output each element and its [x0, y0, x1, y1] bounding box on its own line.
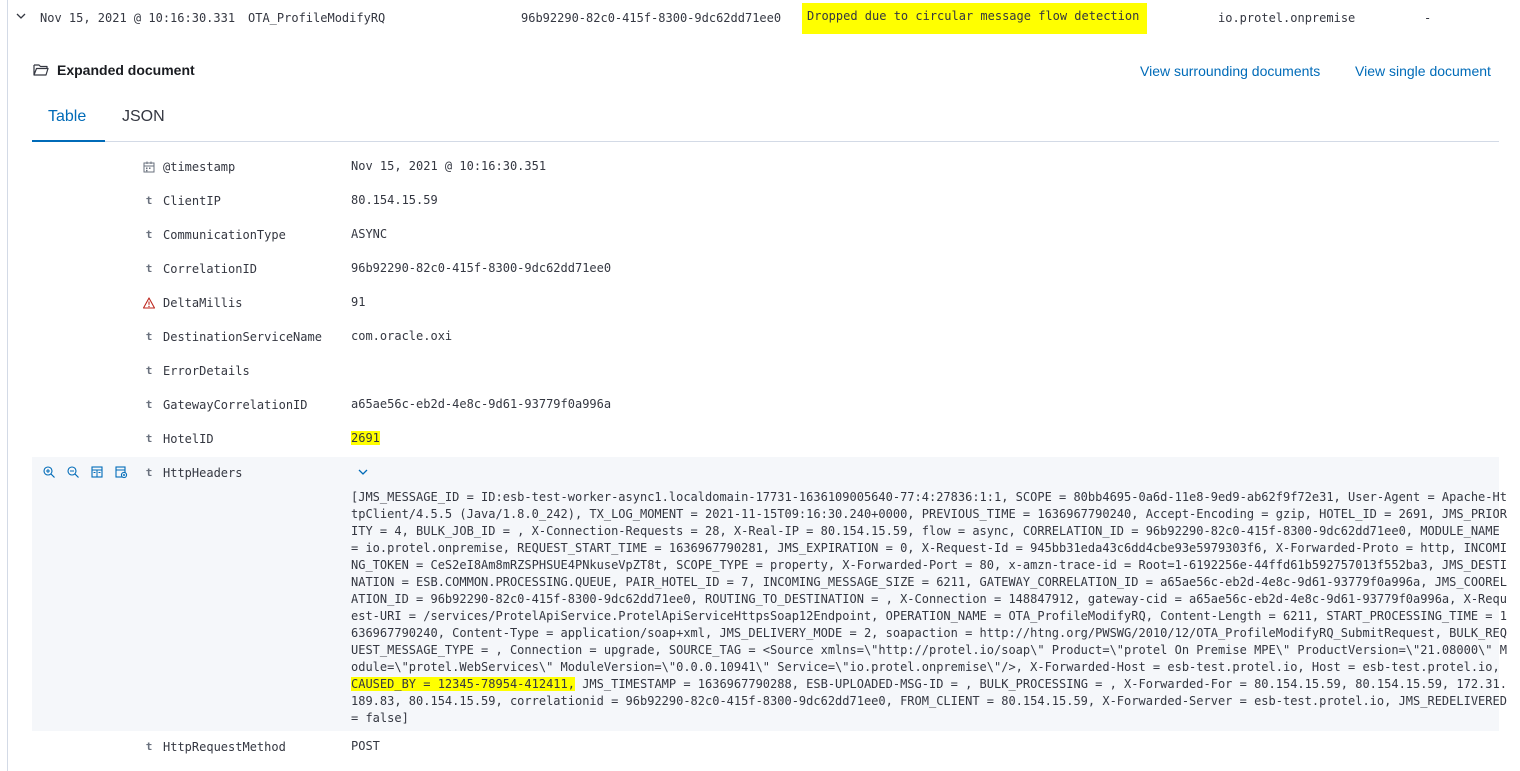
httpheaders-value: [JMS_MESSAGE_ID = ID:esb-test-worker-asy…: [351, 489, 1507, 727]
folder-open-icon: [33, 64, 49, 76]
field-name: HotelID: [163, 432, 214, 446]
string-type-icon: t: [145, 330, 153, 343]
doc-view-tabs: Table JSON: [32, 94, 1499, 142]
httpheaders-line: est-URI = /services/ProtelApiService.Pro…: [351, 609, 1507, 623]
httpheaders-line: UEST_MESSAGE_TYPE = , Connection = upgra…: [351, 643, 1507, 657]
string-type-icon: t: [145, 194, 153, 207]
filter-for-value-icon[interactable]: [42, 465, 56, 479]
httpheaders-line: ATION_ID = 96b92290-82c0-415f-8300-9dc62…: [351, 592, 1507, 606]
httpheaders-line: ITY = 4, BULK_JOB_ID = , X-Connection-Re…: [351, 524, 1500, 538]
field-name: ClientIP: [163, 194, 221, 208]
toggle-column-icon[interactable]: [90, 465, 104, 479]
string-type-icon: t: [145, 228, 153, 241]
expanded-document-title: Expanded document: [33, 62, 195, 78]
httpheaders-line: NG_TOKEN = CeS2eI8Am8mRZSPHSUE4PNkuseVpZ…: [351, 558, 1507, 572]
httpheaders-line: [JMS_MESSAGE_ID = ID:esb-test-worker-asy…: [351, 490, 1507, 504]
summary-operation: OTA_ProfileModifyRQ: [248, 11, 386, 25]
httpheaders-line-rest: JMS_TIMESTAMP = 1636967790288, ESB-UPLOA…: [574, 677, 1507, 691]
httpheaders-line: NATION = ESB.COMMON.PROCESSING.QUEUE, PA…: [351, 575, 1507, 589]
expanded-document-label: Expanded document: [57, 62, 195, 78]
field-value: 91: [351, 295, 366, 309]
httpheaders-line: 189.83, 80.154.15.59, correlationid = 96…: [351, 694, 1507, 708]
field-name: DeltaMillis: [163, 296, 243, 310]
summary-message-highlight: Dropped due to circular message flow det…: [802, 3, 1147, 34]
string-type-icon: t: [145, 364, 153, 377]
summary-dash: -: [1424, 11, 1432, 25]
string-type-icon: t: [145, 740, 153, 753]
tab-table[interactable]: Table: [32, 94, 105, 142]
caused-by-highlight: CAUSED_BY = 12345-78954-412411,: [351, 677, 575, 691]
view-single-document-link[interactable]: View single document: [1355, 63, 1491, 79]
httpheaders-line: odule=\"protel.WebServices\" ModuleVersi…: [351, 660, 1500, 674]
field-name: DestinationServiceName: [163, 330, 322, 344]
string-type-icon: t: [145, 432, 153, 445]
httpheaders-line-highlight-row: CAUSED_BY = 12345-78954-412411, JMS_TIME…: [351, 676, 1507, 693]
field-name: @timestamp: [163, 160, 236, 174]
httpheaders-line: = io.protel.onpremise, REQUEST_START_TIM…: [351, 541, 1507, 555]
view-surrounding-documents-link[interactable]: View surrounding documents: [1140, 63, 1320, 79]
field-value: POST: [351, 739, 380, 753]
chevron-down-icon[interactable]: [356, 465, 370, 479]
warning-icon: [142, 297, 156, 309]
field-value: com.oracle.oxi: [351, 329, 453, 343]
field-value: ASYNC: [351, 227, 388, 241]
field-value: a65ae56c-eb2d-4e8c-9d61-93779f0a996a: [351, 397, 612, 411]
tab-json[interactable]: JSON: [106, 94, 181, 140]
chevron-down-icon[interactable]: [14, 9, 28, 23]
field-name: HttpHeaders: [163, 466, 243, 480]
summary-message: Dropped due to circular message flow det…: [807, 9, 1140, 23]
field-name: HttpRequestMethod: [163, 740, 286, 754]
field-value: 80.154.15.59: [351, 193, 438, 207]
field-name: GatewayCorrelationID: [163, 398, 308, 412]
summary-timestamp: Nov 15, 2021 @ 10:16:30.331: [40, 11, 236, 25]
summary-module: io.protel.onpremise: [1218, 11, 1356, 25]
field-name: ErrorDetails: [163, 364, 250, 378]
document-summary-row[interactable]: Nov 15, 2021 @ 10:16:30.331 OTA_ProfileM…: [0, 0, 1520, 36]
string-type-icon: t: [145, 398, 153, 411]
httpheaders-line: = false]: [351, 711, 409, 725]
httpheaders-line: tpClient/4.5.5 (Java/1.8.0_242), TX_LOG_…: [351, 507, 1507, 521]
document-left-border: [7, 0, 8, 771]
field-value: Nov 15, 2021 @ 10:16:30.351: [351, 159, 547, 173]
field-value-highlighted: 2691: [351, 431, 380, 445]
summary-correlation-id: 96b92290-82c0-415f-8300-9dc62dd71ee0: [521, 11, 782, 25]
field-value: 96b92290-82c0-415f-8300-9dc62dd71ee0: [351, 261, 612, 275]
filter-out-value-icon[interactable]: [66, 465, 80, 479]
filter-exists-icon[interactable]: [114, 465, 128, 479]
calendar-icon: [143, 161, 155, 173]
field-name: CorrelationID: [163, 262, 257, 276]
string-type-icon: t: [145, 262, 153, 275]
field-name: CommunicationType: [163, 228, 286, 242]
string-type-icon: t: [145, 466, 153, 479]
httpheaders-line: 636967790240, Content-Type = application…: [351, 626, 1507, 640]
